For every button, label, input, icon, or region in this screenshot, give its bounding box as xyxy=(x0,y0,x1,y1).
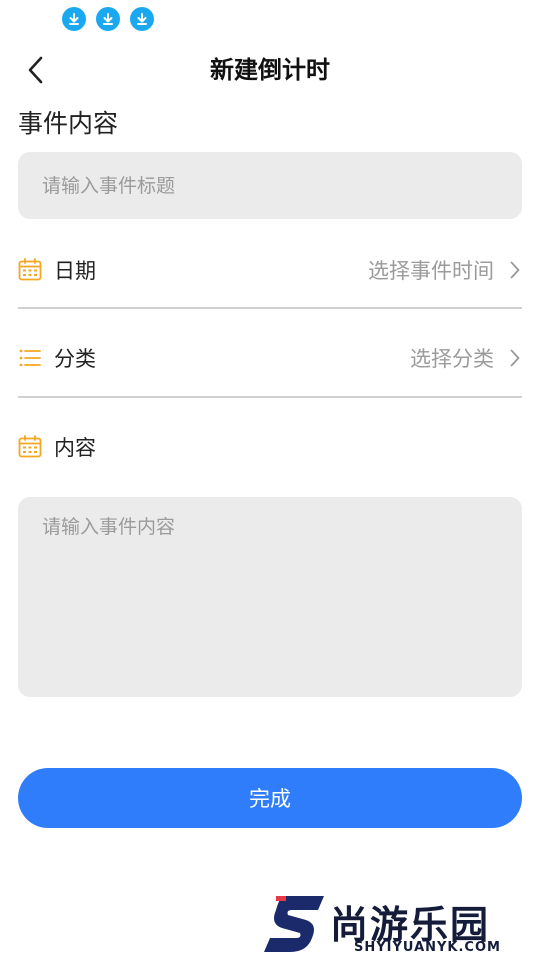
category-value: 选择分类 xyxy=(410,347,494,371)
chevron-right-icon xyxy=(508,258,522,282)
event-content-textarea[interactable] xyxy=(18,497,522,697)
header: 新建倒计时 xyxy=(0,40,540,100)
download-icon xyxy=(62,7,86,31)
watermark: 尚游乐园 SHYIYUANYK.COM xyxy=(258,890,540,960)
divider xyxy=(18,396,522,398)
category-row[interactable]: 分类 选择分类 xyxy=(18,328,522,388)
brand-logo-icon xyxy=(264,896,324,952)
event-title-input[interactable] xyxy=(18,152,522,219)
done-button[interactable]: 完成 xyxy=(18,768,522,828)
watermark-site: SHYIYUANYK.COM xyxy=(354,940,501,955)
content-label: 内容 xyxy=(54,436,96,460)
content-label-row: 内容 xyxy=(18,417,96,477)
date-value: 选择事件时间 xyxy=(368,259,494,283)
page: 新建倒计时 事件内容 日期 选择事件时间 xyxy=(0,0,540,960)
page-title: 新建倒计时 xyxy=(210,56,330,84)
calendar-icon xyxy=(18,258,42,282)
download-icon xyxy=(96,7,120,31)
list-icon xyxy=(18,346,42,370)
date-label: 日期 xyxy=(54,259,96,283)
chevron-right-icon xyxy=(508,346,522,370)
date-row[interactable]: 日期 选择事件时间 xyxy=(18,240,522,300)
download-icon xyxy=(130,7,154,31)
category-label: 分类 xyxy=(54,347,96,371)
divider xyxy=(18,307,522,309)
calendar-icon xyxy=(18,435,42,459)
event-content-label: 事件内容 xyxy=(18,109,119,138)
status-bar xyxy=(62,7,154,31)
